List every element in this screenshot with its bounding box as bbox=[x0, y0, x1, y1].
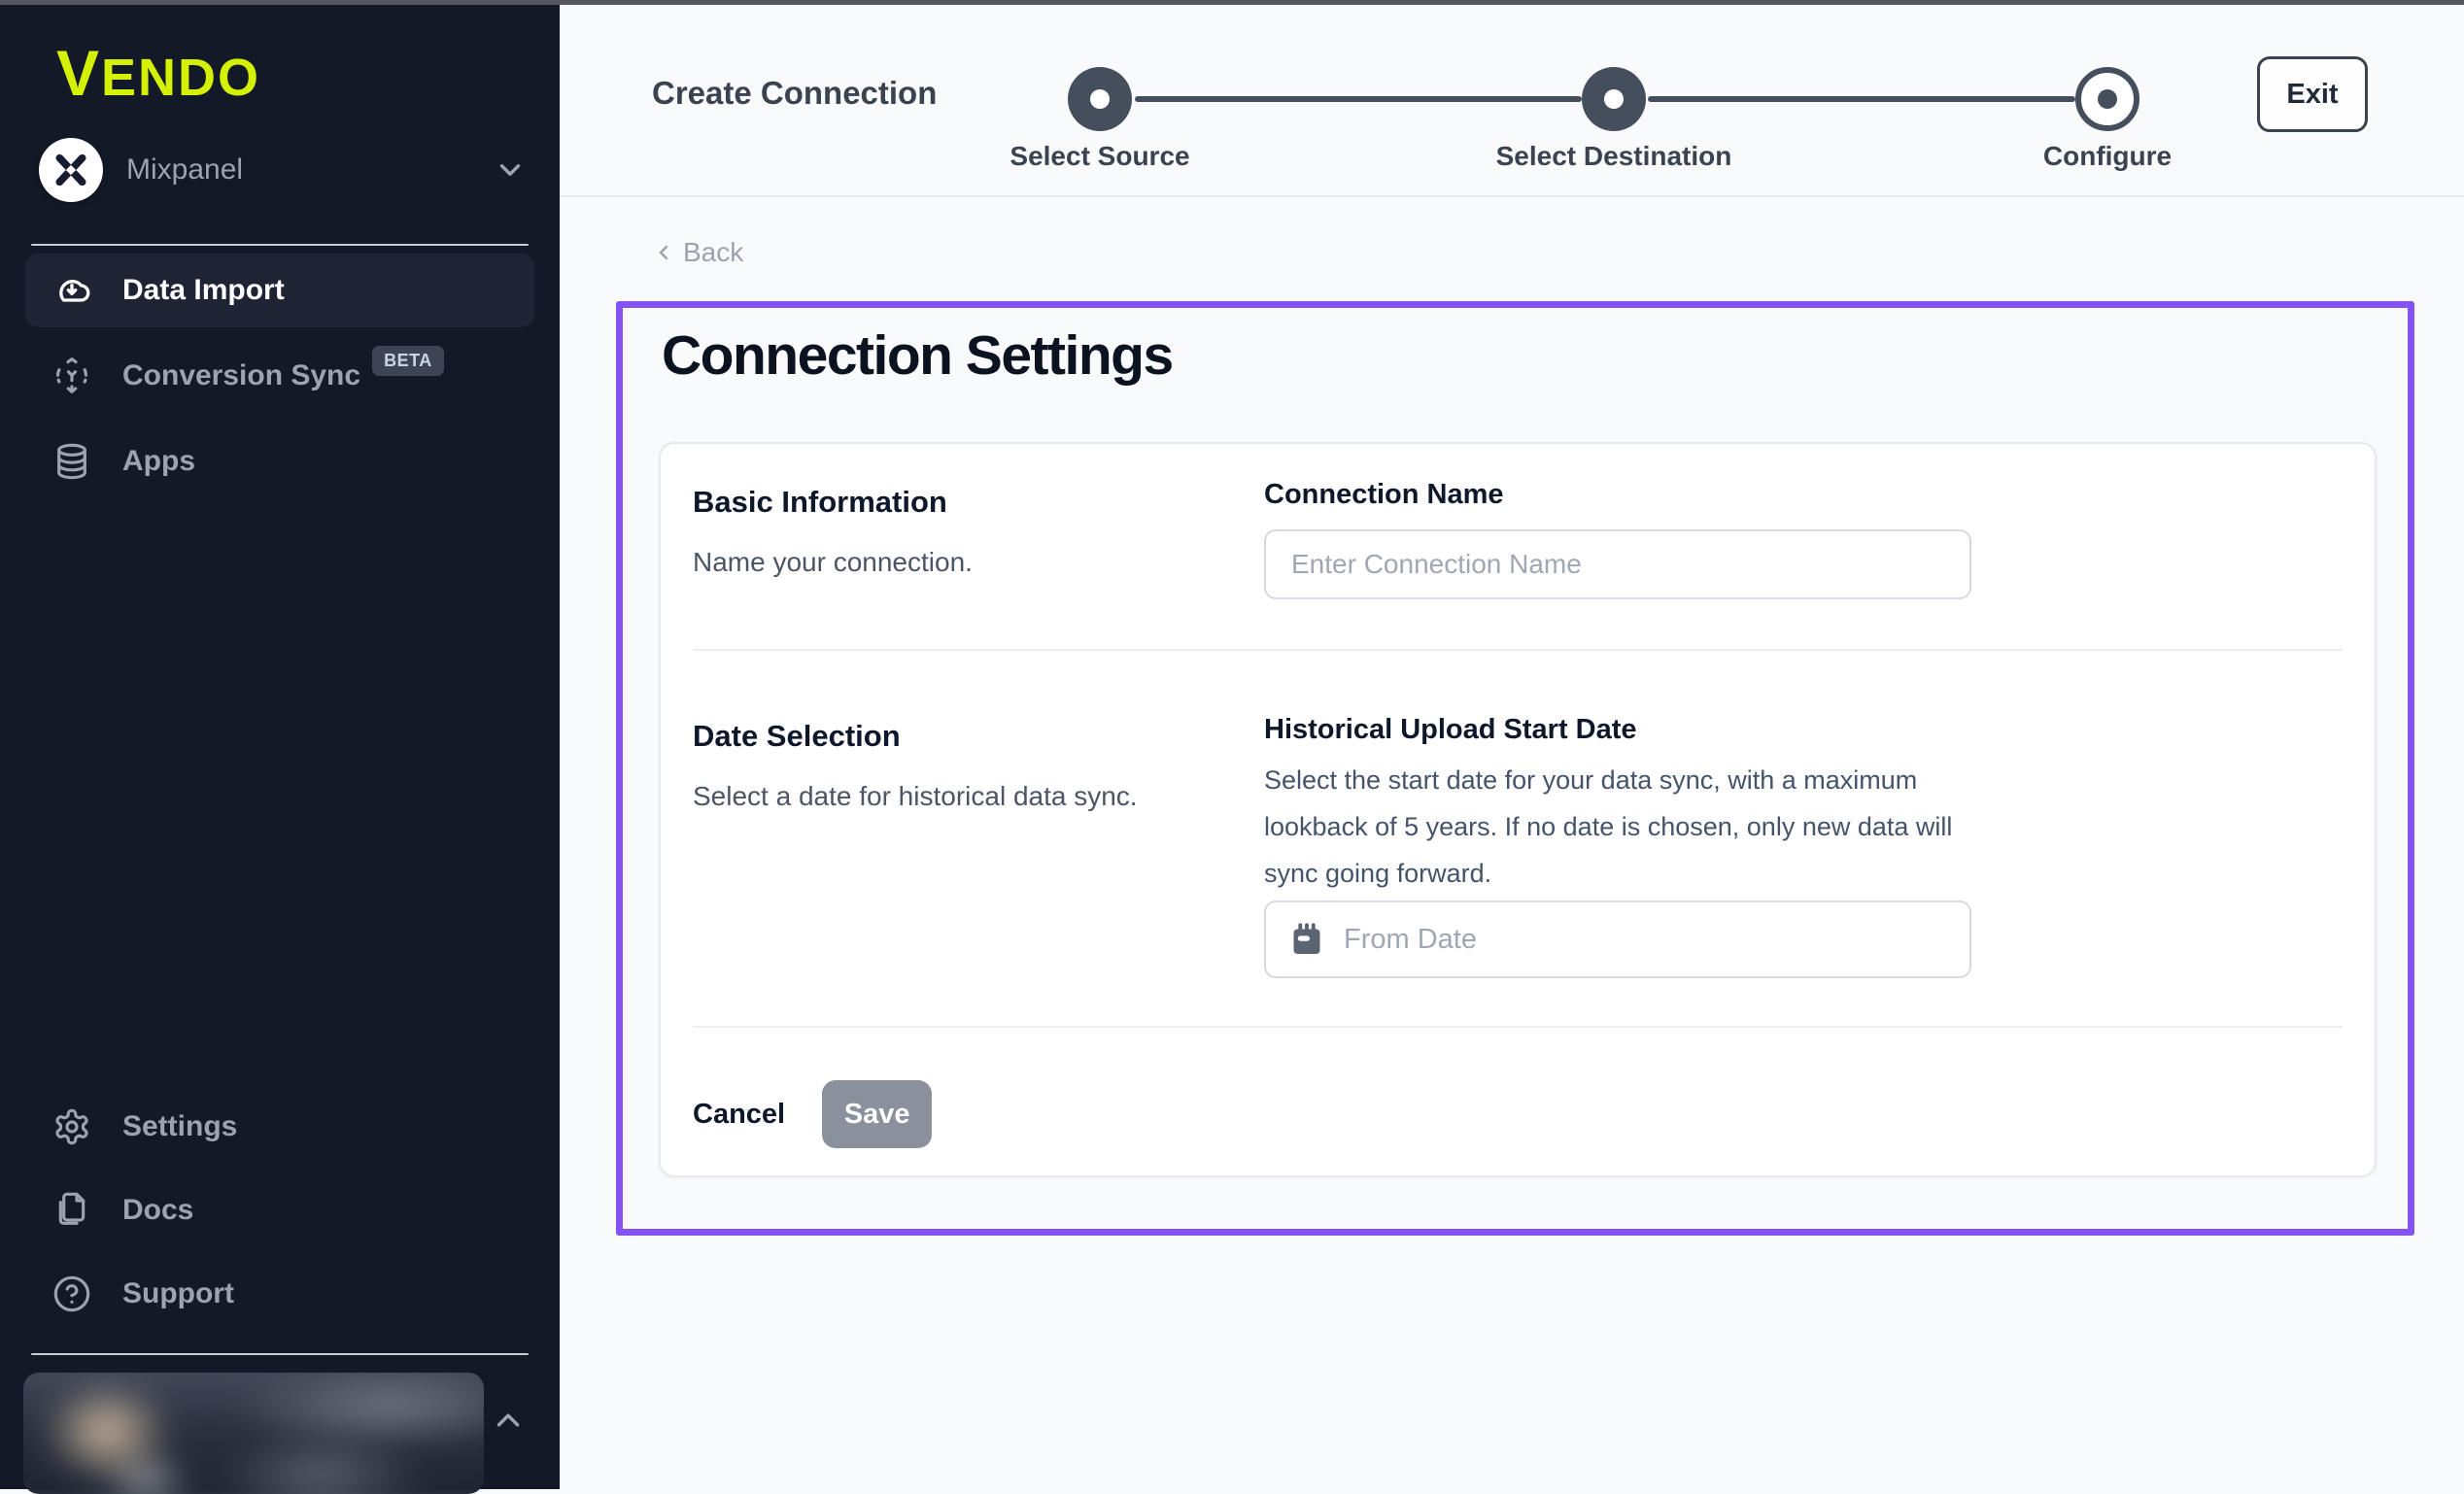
connection-name-input[interactable] bbox=[1264, 529, 1971, 599]
sidebar-divider bbox=[31, 244, 529, 246]
sidebar-item-conversion-sync[interactable]: Conversion Sync BETA bbox=[25, 339, 534, 413]
date-selection-description: Select a date for historical data sync. bbox=[693, 781, 1138, 812]
step-configure-dot bbox=[2075, 67, 2139, 131]
basic-information-title: Basic Information bbox=[693, 485, 947, 520]
historical-upload-start-date-label: Historical Upload Start Date bbox=[1264, 714, 1637, 746]
panel-title: Connection Settings bbox=[662, 323, 1173, 388]
sidebar-nav: Data Import Conversion Sync BETA bbox=[25, 254, 534, 498]
section-divider bbox=[693, 649, 2343, 651]
sidebar-item-settings[interactable]: Settings bbox=[25, 1090, 534, 1164]
date-help-text: Select the start date for your data sync… bbox=[1264, 757, 2007, 897]
date-selection-title: Date Selection bbox=[693, 719, 901, 754]
basic-information-description: Name your connection. bbox=[693, 547, 973, 578]
section-divider bbox=[693, 1026, 2343, 1028]
sidebar-item-apps[interactable]: Apps bbox=[25, 424, 534, 498]
sidebar-footer-nav: Settings Docs Support bbox=[25, 1090, 534, 1331]
mixpanel-logo-icon bbox=[51, 151, 90, 189]
step-select-destination-dot bbox=[1582, 67, 1646, 131]
connection-settings-panel: Connection Settings Basic Information Na… bbox=[616, 301, 2414, 1236]
step-label-select-destination: Select Destination bbox=[1439, 141, 1789, 172]
chevron-left-icon bbox=[652, 241, 675, 264]
docs-icon bbox=[52, 1191, 91, 1230]
settings-card: Basic Information Name your connection. … bbox=[659, 442, 2377, 1177]
stepper-line bbox=[1648, 96, 2075, 102]
step-dot-center bbox=[1604, 89, 1624, 109]
exit-button[interactable]: Exit bbox=[2257, 56, 2368, 132]
step-dot-center bbox=[2098, 89, 2117, 109]
user-profile-blurred[interactable] bbox=[23, 1373, 484, 1494]
sidebar-divider bbox=[31, 1353, 529, 1355]
stepper-line bbox=[1135, 96, 1582, 102]
chevron-down-icon bbox=[494, 153, 527, 187]
save-button[interactable]: Save bbox=[822, 1080, 932, 1148]
step-select-source-dot bbox=[1068, 67, 1132, 131]
back-link[interactable]: Back bbox=[652, 237, 743, 268]
gear-icon bbox=[52, 1107, 91, 1146]
step-dot-center bbox=[1090, 89, 1110, 109]
cancel-button[interactable]: Cancel bbox=[693, 1099, 785, 1131]
sidebar-item-docs[interactable]: Docs bbox=[25, 1173, 534, 1247]
beta-badge: BETA bbox=[372, 346, 444, 376]
page-title: Create Connection bbox=[652, 75, 937, 112]
back-label: Back bbox=[683, 237, 743, 268]
window-top-border bbox=[0, 0, 2464, 5]
sidebar-item-label: Settings bbox=[122, 1110, 237, 1143]
connection-name-label: Connection Name bbox=[1264, 479, 1504, 511]
calendar-icon bbox=[1289, 922, 1324, 957]
sidebar-item-label: Conversion Sync bbox=[122, 359, 360, 392]
from-date-input[interactable]: From Date bbox=[1264, 900, 1971, 978]
mixpanel-avatar bbox=[39, 138, 103, 202]
chevron-up-icon[interactable] bbox=[490, 1402, 527, 1439]
workspace-name: Mixpanel bbox=[126, 153, 243, 187]
workspace-switcher[interactable]: Mixpanel bbox=[39, 135, 527, 205]
sidebar-item-label: Support bbox=[122, 1277, 234, 1310]
sidebar-item-label: Data Import bbox=[122, 274, 285, 307]
database-icon bbox=[52, 442, 91, 481]
wizard-header: Create Connection Select Source Select D… bbox=[560, 5, 2464, 197]
from-date-placeholder: From Date bbox=[1344, 924, 1477, 956]
sidebar-item-support[interactable]: Support bbox=[25, 1257, 534, 1331]
step-label-select-source: Select Source bbox=[925, 141, 1275, 172]
sidebar-item-data-import[interactable]: Data Import bbox=[25, 254, 534, 327]
conversion-sync-icon bbox=[52, 357, 91, 395]
sidebar: VENDO Mixpanel Data Import bbox=[0, 5, 560, 1489]
cloud-download-icon bbox=[52, 271, 91, 310]
vendo-logo: VENDO bbox=[56, 36, 260, 110]
sidebar-item-label: Docs bbox=[122, 1194, 193, 1227]
help-circle-icon bbox=[52, 1274, 91, 1313]
form-actions: Cancel Save bbox=[693, 1080, 932, 1148]
user-profile-blur bbox=[23, 1373, 484, 1494]
sidebar-item-label: Apps bbox=[122, 445, 195, 478]
step-label-configure: Configure bbox=[1933, 141, 2282, 172]
